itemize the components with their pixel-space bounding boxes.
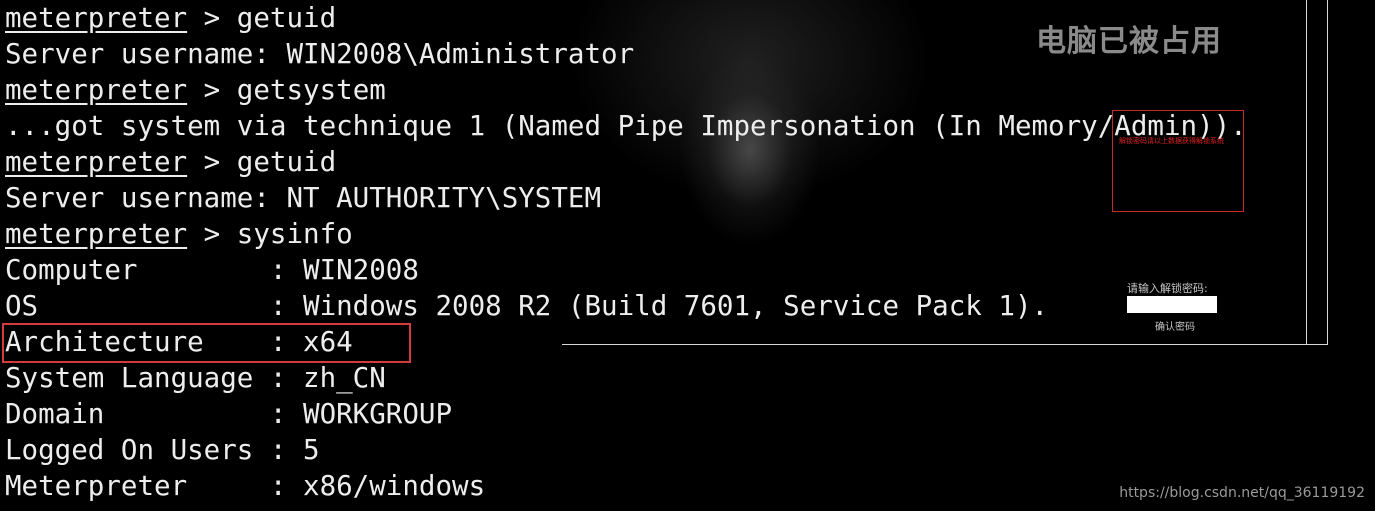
- output-text: Logged On Users : 5: [5, 434, 320, 466]
- output-text: OS : Windows 2008 R2 (Build 7601, Servic…: [5, 290, 1049, 322]
- terminal-line: meterpreter > getuid: [5, 144, 1247, 180]
- output-text: System Language : zh_CN: [5, 362, 386, 394]
- meterpreter-prompt: meterpreter: [5, 74, 188, 106]
- output-text: Meterpreter : x86/windows: [5, 470, 486, 502]
- terminal-line: meterpreter > getuid: [5, 0, 1247, 36]
- terminal-line: Server username: NT AUTHORITY\SYSTEM: [5, 180, 1247, 216]
- output-text: Server username: NT AUTHORITY\SYSTEM: [5, 182, 602, 214]
- architecture-highlight-box: [2, 323, 411, 363]
- terminal-line: ...got system via technique 1 (Named Pip…: [5, 108, 1247, 144]
- meterpreter-prompt: meterpreter: [5, 146, 188, 178]
- terminal-line: meterpreter > sysinfo: [5, 216, 1247, 252]
- command-text: > getuid: [187, 2, 337, 34]
- terminal-line: Meterpreter : x86/windows: [5, 468, 1247, 504]
- command-text: > getsystem: [187, 74, 386, 106]
- terminal-output: meterpreter > getuid Server username: WI…: [5, 0, 1247, 504]
- lock-window-frame-right: [1306, 0, 1328, 345]
- terminal-line: Domain : WORKGROUP: [5, 396, 1247, 432]
- output-text: ...got system via technique 1 (Named Pip…: [5, 110, 1247, 142]
- terminal-line: OS : Windows 2008 R2 (Build 7601, Servic…: [5, 288, 1247, 324]
- meterpreter-prompt: meterpreter: [5, 2, 188, 34]
- terminal-line: meterpreter > getsystem: [5, 72, 1247, 108]
- terminal-line: System Language : zh_CN: [5, 360, 1247, 396]
- command-text: > sysinfo: [187, 218, 353, 250]
- output-text: Server username: WIN2008\Administrator: [5, 38, 635, 70]
- terminal-line: Logged On Users : 5: [5, 432, 1247, 468]
- command-text: > getuid: [187, 146, 337, 178]
- meterpreter-prompt: meterpreter: [5, 218, 188, 250]
- output-text: Computer : WIN2008: [5, 254, 419, 286]
- terminal-line: Computer : WIN2008: [5, 252, 1247, 288]
- output-text: Domain : WORKGROUP: [5, 398, 453, 430]
- terminal-line: Server username: WIN2008\Administrator: [5, 36, 1247, 72]
